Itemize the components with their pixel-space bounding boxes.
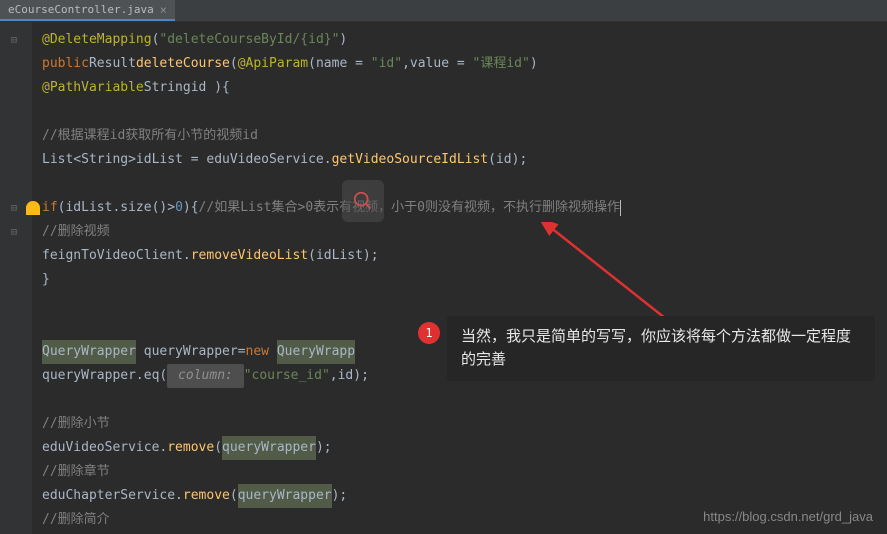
code-line: if(idList.size()>0){//如果List集合>0表示有视频，小于… — [42, 196, 887, 220]
editor: ⊟ ⊟ ⊟ @DeleteMapping("deleteCourseById/{… — [0, 22, 887, 534]
code-line: //删除视频 — [42, 220, 887, 244]
search-icon — [352, 190, 374, 212]
fold-icon[interactable]: ⊟ — [11, 35, 21, 45]
code-line: eduVideoService.remove(queryWrapper); — [42, 436, 887, 460]
code-line: @DeleteMapping("deleteCourseById/{id}") — [42, 28, 887, 52]
code-area[interactable]: @DeleteMapping("deleteCourseById/{id}") … — [32, 22, 887, 534]
code-line: //删除小节 — [42, 412, 887, 436]
gutter: ⊟ ⊟ ⊟ — [0, 22, 32, 534]
code-line — [42, 100, 887, 124]
code-line: //删除章节 — [42, 460, 887, 484]
code-line: @PathVariable String id ){ — [42, 76, 887, 100]
code-line: List<String> idList = eduVideoService.ge… — [42, 148, 887, 172]
fold-icon[interactable]: ⊟ — [11, 227, 21, 237]
code-line: feignToVideoClient.removeVideoList(idLis… — [42, 244, 887, 268]
search-overlay[interactable] — [342, 180, 384, 222]
code-line — [42, 172, 887, 196]
code-line: //根据课程id获取所有小节的视频id — [42, 124, 887, 148]
file-tab[interactable]: eCourseController.java × — [0, 0, 175, 21]
watermark: https://blog.csdn.net/grd_java — [703, 509, 873, 524]
close-icon[interactable]: × — [160, 3, 167, 17]
callout-badge: 1 — [418, 322, 440, 344]
text-cursor — [620, 200, 621, 216]
tab-bar: eCourseController.java × — [0, 0, 887, 22]
tab-filename: eCourseController.java — [8, 3, 154, 16]
code-line: public Result deleteCourse(@ApiParam(nam… — [42, 52, 887, 76]
code-line: } — [42, 268, 887, 292]
fold-icon[interactable]: ⊟ — [11, 203, 21, 213]
param-hint: column: — [167, 364, 243, 388]
code-line — [42, 388, 887, 412]
callout-box: 当然，我只是简单的写写，你应该将每个方法都做一定程度的完善 — [447, 316, 875, 381]
code-line: eduChapterService.remove(queryWrapper); — [42, 484, 887, 508]
code-line — [42, 292, 887, 316]
